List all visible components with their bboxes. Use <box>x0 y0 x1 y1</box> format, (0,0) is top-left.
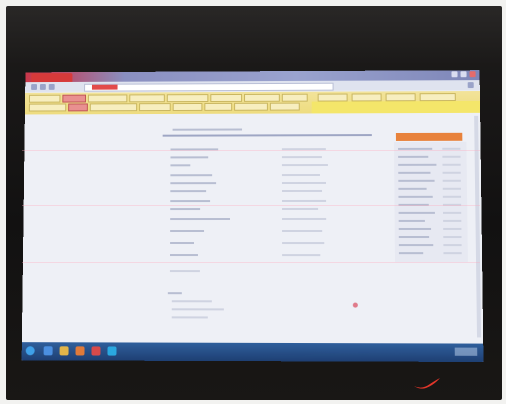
bookmark-item[interactable] <box>28 103 67 112</box>
content-line <box>170 164 191 167</box>
bookmark-item[interactable] <box>210 93 243 102</box>
content-line <box>282 254 321 257</box>
side-panel-line <box>442 155 461 158</box>
content-line <box>281 189 323 193</box>
content-line <box>170 156 209 159</box>
bookmark-item[interactable] <box>385 93 416 102</box>
pink-dot-icon <box>352 302 358 308</box>
side-panel-line <box>442 171 461 174</box>
bookmark-item[interactable] <box>139 103 171 112</box>
side-panel-header[interactable] <box>395 132 463 141</box>
content-line <box>282 217 327 220</box>
side-panel-line <box>442 187 461 190</box>
bookmark-item[interactable] <box>28 94 61 103</box>
bookmark-item[interactable] <box>129 94 165 103</box>
content-line <box>281 181 327 185</box>
menu-icon[interactable] <box>467 82 474 89</box>
moire-band <box>22 150 480 151</box>
content-line <box>170 200 211 203</box>
content-line <box>282 207 319 210</box>
content-line <box>171 308 224 311</box>
bezel-glare <box>6 6 502 66</box>
bookmark-item[interactable] <box>172 102 203 111</box>
bookmark-item[interactable] <box>234 102 268 111</box>
bookmark-item[interactable] <box>269 102 300 111</box>
system-clock[interactable] <box>454 347 478 356</box>
side-panel-line <box>443 244 462 247</box>
close-icon[interactable] <box>469 71 476 78</box>
side-panel-line <box>398 252 424 255</box>
bookmark-item[interactable] <box>204 102 233 111</box>
side-panel-line <box>398 179 435 182</box>
browser-tab-active[interactable] <box>31 73 73 83</box>
minimize-icon[interactable] <box>451 71 458 78</box>
bookmark-item[interactable] <box>87 94 128 103</box>
bookmark-item[interactable] <box>166 94 209 103</box>
bookmark-item[interactable] <box>244 93 280 102</box>
moire-band <box>22 205 480 206</box>
bookmark-item[interactable] <box>62 94 86 103</box>
side-panel-line <box>398 163 437 166</box>
content-line <box>170 174 213 177</box>
content-line <box>170 190 207 193</box>
media-icon[interactable] <box>75 346 85 356</box>
side-panel-line <box>398 187 427 190</box>
content-line <box>171 316 208 319</box>
back-icon[interactable] <box>31 84 38 90</box>
content-line <box>281 156 322 159</box>
side-panel-line <box>443 252 462 255</box>
side-panel-line <box>398 171 431 174</box>
content-line <box>170 218 231 221</box>
side-panel-line <box>398 227 432 230</box>
folder-icon[interactable] <box>59 346 69 356</box>
content-line <box>170 182 217 185</box>
notification-strip <box>311 100 481 114</box>
side-panel-line <box>398 155 429 158</box>
content-line <box>170 208 201 211</box>
bookmark-item[interactable] <box>68 103 88 112</box>
url-highlight <box>91 84 118 90</box>
monitor-screen <box>21 70 484 362</box>
side-panel-line <box>443 219 462 222</box>
content-line <box>169 270 200 273</box>
skype-icon[interactable] <box>107 346 117 356</box>
side-panel-line <box>442 195 462 198</box>
content-line <box>282 229 323 233</box>
bookmark-item[interactable] <box>351 93 382 102</box>
content-line <box>281 164 328 167</box>
bookmark-item[interactable] <box>281 93 308 102</box>
content-line <box>167 292 182 295</box>
side-panel-line <box>442 179 461 182</box>
content-line <box>172 128 243 131</box>
moire-band <box>22 262 480 263</box>
side-panel-line <box>442 163 461 166</box>
forward-icon[interactable] <box>39 84 46 90</box>
content-line <box>170 230 205 233</box>
side-panel-line <box>398 211 435 214</box>
url-input[interactable] <box>84 82 334 92</box>
side-panel-line <box>443 211 462 214</box>
bookmark-item[interactable] <box>419 93 456 102</box>
content-line <box>281 199 327 202</box>
side-panel-line <box>443 227 462 230</box>
content-line <box>281 173 320 177</box>
side-panel-line <box>443 236 462 239</box>
side-panel-line <box>398 219 425 222</box>
maximize-icon[interactable] <box>460 71 467 78</box>
content-line <box>171 300 212 303</box>
bookmark-item[interactable] <box>89 103 138 112</box>
side-panel-line <box>398 244 434 247</box>
side-panel-line <box>398 195 433 198</box>
content-line <box>282 242 325 245</box>
content-line <box>170 254 198 257</box>
content-line <box>170 242 195 245</box>
bookmark-item[interactable] <box>317 93 348 102</box>
side-panel-line <box>398 236 430 239</box>
windows-start-icon[interactable] <box>25 346 35 356</box>
lamp-reflection-icon <box>414 378 440 389</box>
ie-icon[interactable] <box>43 346 53 356</box>
chrome-icon[interactable] <box>91 346 101 356</box>
photo <box>0 0 506 404</box>
reload-icon[interactable] <box>48 83 55 90</box>
